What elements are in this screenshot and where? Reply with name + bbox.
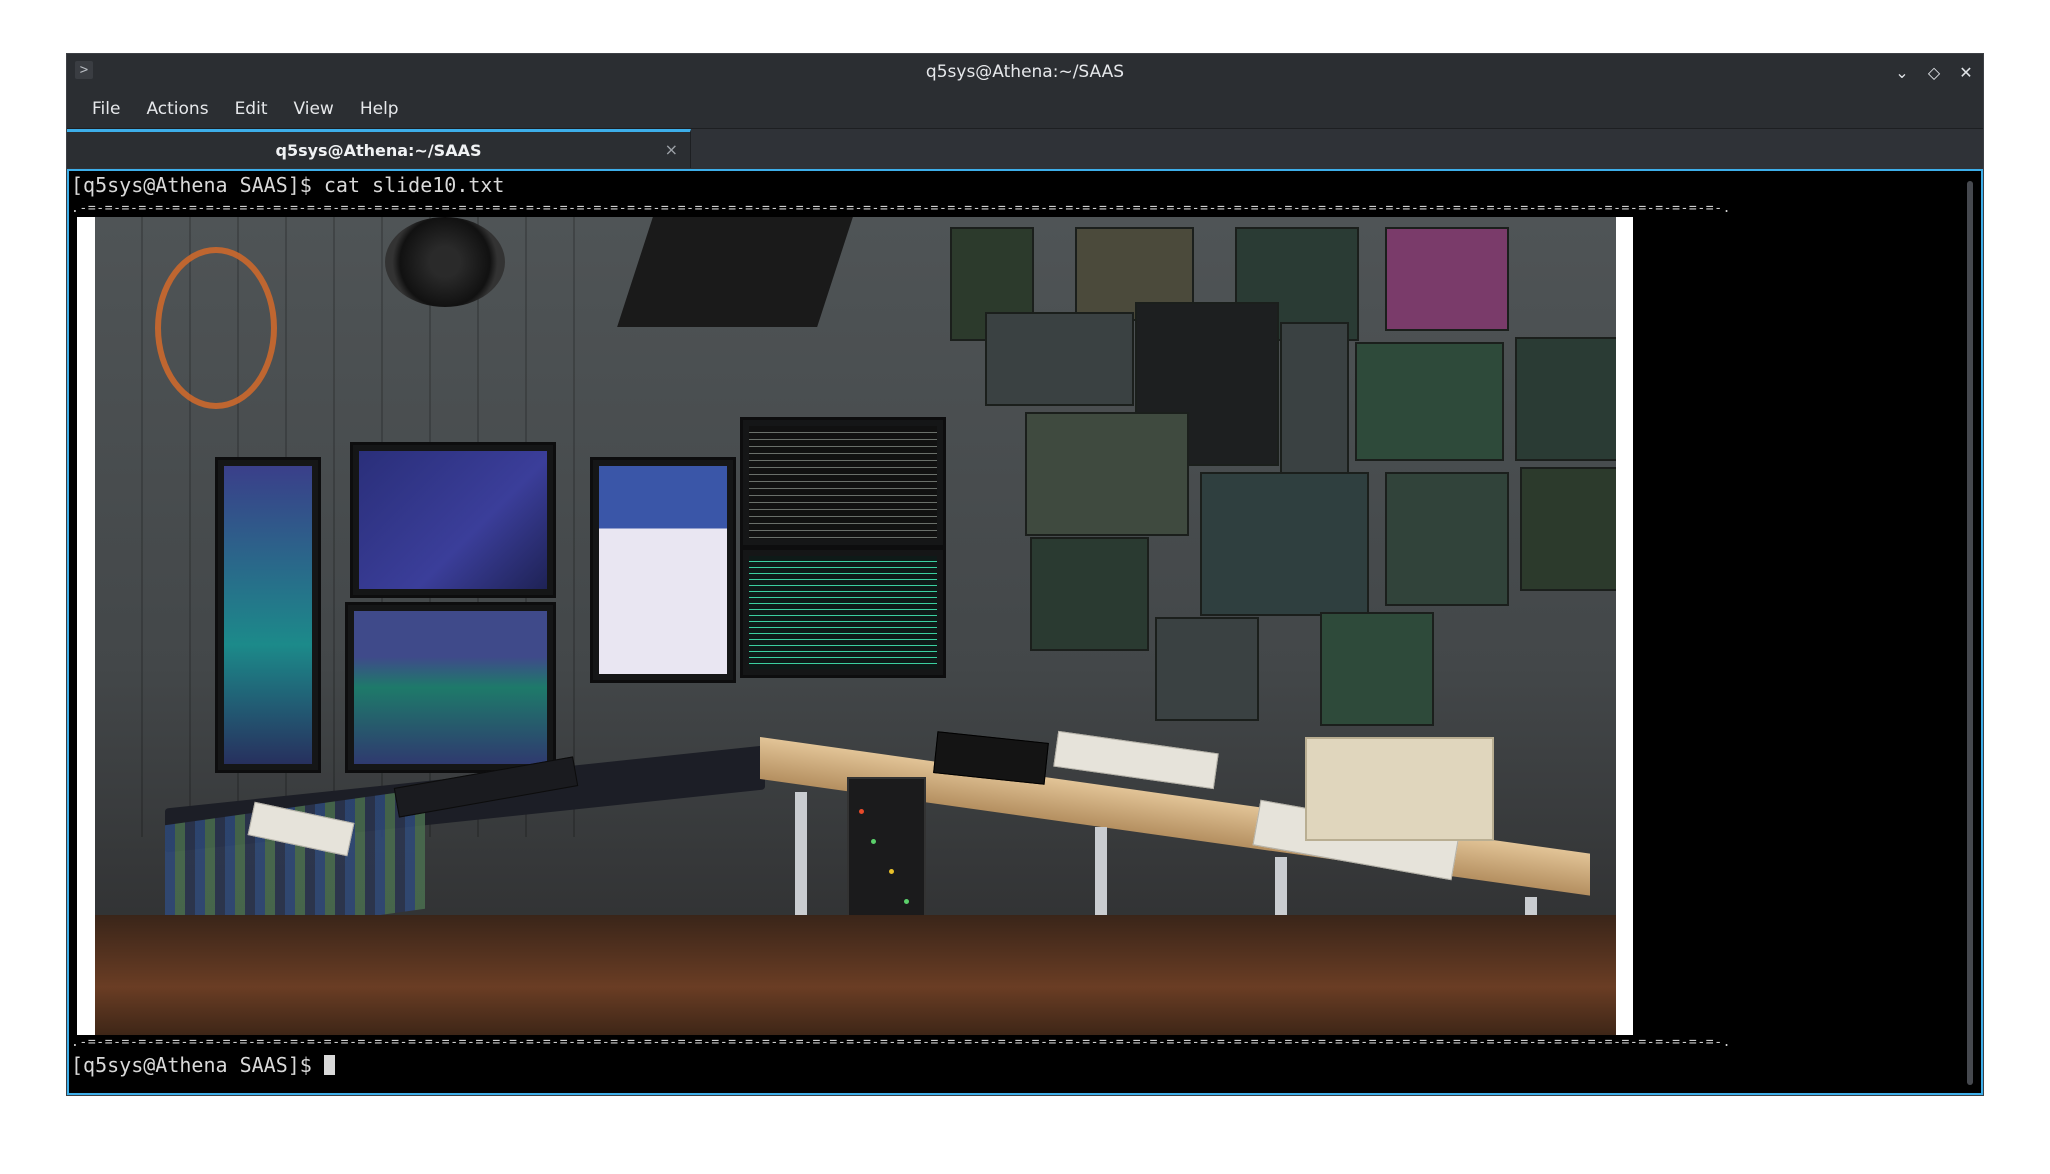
retro-pc [1305, 737, 1494, 841]
menu-help[interactable]: Help [347, 99, 412, 119]
motherboard [1030, 537, 1149, 651]
text-cursor [323, 1055, 335, 1075]
monitor-terminal-top [740, 417, 946, 548]
menu-bar: File Actions Edit View Help [67, 90, 1983, 128]
floor [95, 915, 1616, 1035]
menu-edit[interactable]: Edit [222, 99, 281, 119]
motherboard [1515, 337, 1616, 461]
menu-view[interactable]: View [280, 99, 346, 119]
command-line: [q5sys@Athena SAAS]$ cat slide10.txt [71, 173, 505, 197]
wall-fan [385, 217, 505, 307]
tab-close-icon[interactable]: × [665, 140, 678, 159]
softbox-lamp [617, 217, 853, 327]
menu-actions[interactable]: Actions [133, 99, 221, 119]
maximize-icon[interactable]: ◇ [1925, 63, 1943, 82]
menu-file[interactable]: File [79, 99, 133, 119]
window-title: q5sys@Athena:~/SAAS [925, 62, 1125, 82]
motherboard [1355, 342, 1504, 461]
motherboard [1385, 227, 1509, 331]
motherboard [1155, 617, 1259, 721]
terminal-output[interactable]: [q5sys@Athena SAAS]$ cat slide10.txt .-=… [67, 169, 1983, 1095]
motherboard [1320, 612, 1434, 726]
orange-cable-coil [155, 247, 277, 409]
ascii-border-top: .-=-=-=-=-=-=-=-=-=-=-=-=-=-=-=-=-=-=-=-… [71, 201, 1732, 216]
white-keyboard [1053, 730, 1219, 790]
workspace-photo [95, 217, 1616, 1035]
slide-image [77, 217, 1633, 1035]
monitor-terminal-bottom [740, 547, 946, 678]
motherboard [1280, 322, 1349, 476]
window-controls: ⌄ ◇ ✕ [1893, 54, 1975, 90]
scrollbar[interactable] [1967, 181, 1973, 1085]
vertical-monitor [215, 457, 321, 773]
scrollbar-thumb[interactable] [1967, 181, 1973, 1085]
tab-label: q5sys@Athena:~/SAAS [275, 140, 482, 160]
terminal-window: > q5sys@Athena:~/SAAS ⌄ ◇ ✕ File Actions… [66, 53, 1984, 1096]
prompt: [q5sys@Athena SAAS]$ [71, 1053, 324, 1077]
monitor-audio-editor [345, 602, 556, 773]
minimize-icon[interactable]: ⌄ [1893, 63, 1911, 82]
motherboard [1520, 467, 1616, 591]
motherboard [985, 312, 1134, 406]
motherboard [1385, 472, 1509, 606]
title-bar[interactable]: > q5sys@Athena:~/SAAS ⌄ ◇ ✕ [67, 54, 1983, 90]
terminal-app-icon[interactable]: > [75, 61, 93, 79]
tab-bar: q5sys@Athena:~/SAAS × [67, 128, 1983, 169]
motherboard [1200, 472, 1369, 616]
monitor-map [590, 457, 736, 683]
tab-terminal-session[interactable]: q5sys@Athena:~/SAAS × [67, 129, 691, 168]
motherboard [1025, 412, 1189, 536]
prompt-line[interactable]: [q5sys@Athena SAAS]$ [71, 1053, 335, 1077]
ascii-border-bottom: .-=-=-=-=-=-=-=-=-=-=-=-=-=-=-=-=-=-=-=-… [71, 1035, 1732, 1050]
monitor-top [350, 442, 556, 598]
close-icon[interactable]: ✕ [1957, 63, 1975, 82]
